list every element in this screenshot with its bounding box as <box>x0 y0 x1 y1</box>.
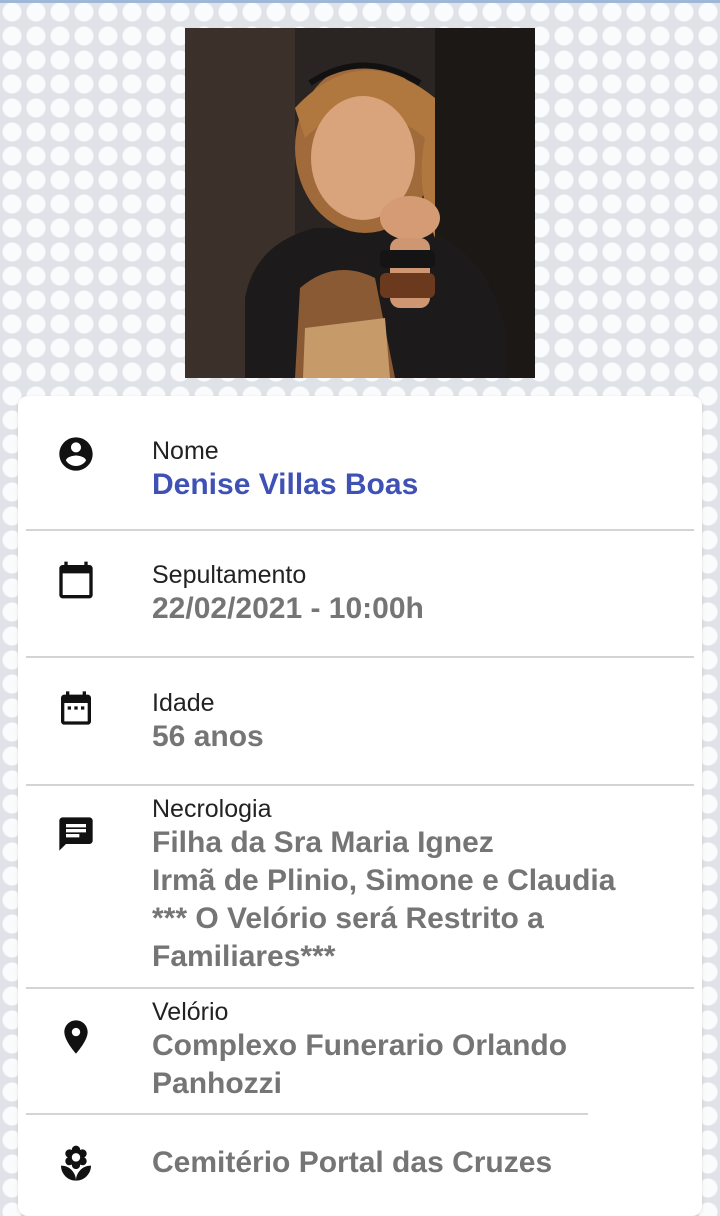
age-row: Idade 56 anos <box>26 688 694 778</box>
wake-value: Complexo Funerario Orlando Panhozzi <box>152 1029 568 1100</box>
divider <box>26 656 694 658</box>
name-value: Denise Villas Boas <box>152 468 419 501</box>
burial-value: 22/02/2021 - 10:00h <box>152 592 424 625</box>
top-edge-bar <box>0 0 720 3</box>
deceased-photo <box>185 28 535 378</box>
divider <box>26 784 694 786</box>
cemetery-value: Cemitério Portal das Cruzes <box>152 1146 553 1179</box>
cemetery-row[interactable]: Cemitério Portal das Cruzes <box>26 1144 694 1204</box>
message-icon <box>56 814 96 854</box>
obituary-row: Necrologia Filha da Sra Maria Ignez Irmã… <box>26 794 694 984</box>
calendar-icon <box>56 560 96 600</box>
age-label: Idade <box>152 689 215 717</box>
burial-row: Sepultamento 22/02/2021 - 10:00h <box>26 560 694 650</box>
burial-label: Sepultamento <box>152 561 307 589</box>
account-circle-icon <box>56 434 96 474</box>
obituary-label: Necrologia <box>152 795 272 823</box>
wake-row[interactable]: Velório Complexo Funerario Orlando Panho… <box>26 997 694 1109</box>
divider <box>26 529 694 531</box>
age-value: 56 anos <box>152 720 264 753</box>
name-row: Nome Denise Villas Boas <box>26 432 694 522</box>
name-label: Nome <box>152 437 219 465</box>
divider <box>26 987 694 989</box>
obituary-value: Filha da Sra Maria Ignez Irmã de Plinio,… <box>152 826 616 973</box>
divider <box>26 1113 588 1115</box>
flower-icon <box>56 1144 96 1184</box>
calendar-dots-icon <box>56 688 96 728</box>
location-pin-icon[interactable] <box>56 1017 96 1057</box>
obituary-card: Nome Denise Villas Boas Sepultamento 22/… <box>18 396 702 1216</box>
wake-label: Velório <box>152 998 229 1026</box>
